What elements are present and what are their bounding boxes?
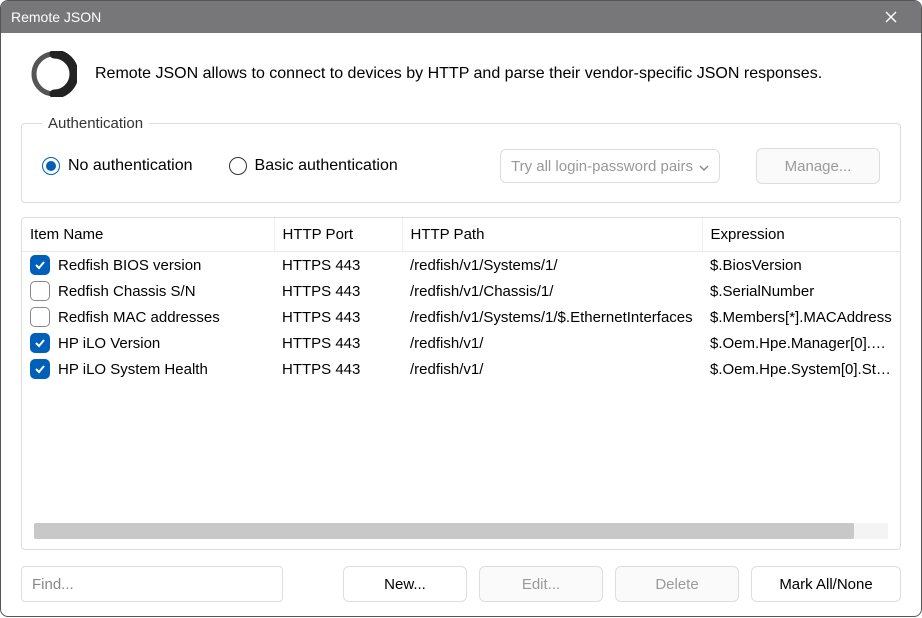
delete-button[interactable]: Delete bbox=[615, 566, 739, 602]
radio-basic-auth[interactable]: Basic authentication bbox=[229, 157, 398, 175]
row-checkbox[interactable] bbox=[30, 255, 50, 275]
radio-no-auth[interactable]: No authentication bbox=[42, 157, 193, 175]
row-port: HTTPS 443 bbox=[274, 356, 402, 382]
radio-dot-icon bbox=[42, 157, 60, 175]
row-expr: $.Members[*].MACAddress bbox=[702, 304, 900, 330]
chevron-down-icon bbox=[699, 158, 709, 175]
intro-description: Remote JSON allows to connect to devices… bbox=[95, 63, 822, 85]
row-path: /redfish/v1/Chassis/1/ bbox=[402, 278, 702, 304]
bottom-toolbar: New... Edit... Delete Mark All/None bbox=[21, 566, 901, 602]
new-button[interactable]: New... bbox=[343, 566, 467, 602]
row-port: HTTPS 443 bbox=[274, 252, 402, 279]
mark-all-none-button[interactable]: Mark All/None bbox=[751, 566, 901, 602]
radio-basic-auth-label: Basic authentication bbox=[255, 157, 398, 175]
row-expr: $.BiosVersion bbox=[702, 252, 900, 279]
row-path: /redfish/v1/Systems/1/ bbox=[402, 252, 702, 279]
credentials-combo-value: Try all login-password pairs bbox=[511, 158, 693, 175]
table-row[interactable]: HP iLO Version HTTPS 443/redfish/v1/$.Oem… bbox=[22, 330, 900, 356]
row-name: HP iLO Version bbox=[58, 335, 160, 352]
scrollbar-thumb[interactable] bbox=[34, 523, 854, 539]
row-name: Redfish BIOS version bbox=[58, 257, 201, 274]
row-checkbox[interactable] bbox=[30, 333, 50, 353]
items-table: Item Name HTTP Port HTTP Path Expression… bbox=[22, 218, 900, 382]
row-expr: $.Oem.Hpe.System[0].Status.Health bbox=[702, 356, 900, 382]
row-checkbox[interactable] bbox=[30, 307, 50, 327]
row-path: /redfish/v1/ bbox=[402, 330, 702, 356]
table-row[interactable]: Redfish BIOS version HTTPS 443/redfish/v1… bbox=[22, 252, 900, 279]
auth-group: Authentication No authentication Basic a… bbox=[21, 115, 901, 203]
close-button[interactable] bbox=[871, 1, 911, 33]
col-header-expr[interactable]: Expression bbox=[702, 218, 900, 252]
edit-button[interactable]: Edit... bbox=[479, 566, 603, 602]
table-row[interactable]: Redfish Chassis S/N HTTPS 443/redfish/v1/… bbox=[22, 278, 900, 304]
items-table-wrap: Item Name HTTP Port HTTP Path Expression… bbox=[21, 217, 901, 550]
row-checkbox[interactable] bbox=[30, 281, 50, 301]
manage-button[interactable]: Manage... bbox=[756, 148, 880, 184]
table-row[interactable]: Redfish MAC addresses HTTPS 443/redfish/v… bbox=[22, 304, 900, 330]
window-title: Remote JSON bbox=[11, 9, 871, 25]
row-name: Redfish MAC addresses bbox=[58, 309, 220, 326]
find-input[interactable] bbox=[21, 566, 283, 602]
row-port: HTTPS 443 bbox=[274, 278, 402, 304]
radio-dot-icon bbox=[229, 157, 247, 175]
credentials-combo[interactable]: Try all login-password pairs bbox=[500, 149, 720, 183]
row-checkbox[interactable] bbox=[30, 359, 50, 379]
row-path: /redfish/v1/Systems/1/$.EthernetInterfac… bbox=[402, 304, 702, 330]
row-name: HP iLO System Health bbox=[58, 361, 208, 378]
row-name: Redfish Chassis S/N bbox=[58, 283, 196, 300]
row-expr: $.Oem.Hpe.Manager[0].ManagerFirmwareVers… bbox=[702, 330, 900, 356]
close-icon bbox=[885, 11, 897, 23]
titlebar: Remote JSON bbox=[1, 1, 921, 33]
horizontal-scrollbar[interactable] bbox=[34, 523, 888, 539]
radio-no-auth-label: No authentication bbox=[68, 157, 193, 175]
col-header-port[interactable]: HTTP Port bbox=[274, 218, 402, 252]
row-port: HTTPS 443 bbox=[274, 330, 402, 356]
row-path: /redfish/v1/ bbox=[402, 356, 702, 382]
intro-row: Remote JSON allows to connect to devices… bbox=[21, 51, 901, 97]
table-row[interactable]: HP iLO System Health HTTPS 443/redfish/v1… bbox=[22, 356, 900, 382]
col-header-name[interactable]: Item Name bbox=[22, 218, 274, 252]
col-header-path[interactable]: HTTP Path bbox=[402, 218, 702, 252]
row-port: HTTPS 443 bbox=[274, 304, 402, 330]
row-expr: $.SerialNumber bbox=[702, 278, 900, 304]
json-logo-icon bbox=[31, 51, 77, 97]
auth-legend: Authentication bbox=[42, 115, 149, 132]
